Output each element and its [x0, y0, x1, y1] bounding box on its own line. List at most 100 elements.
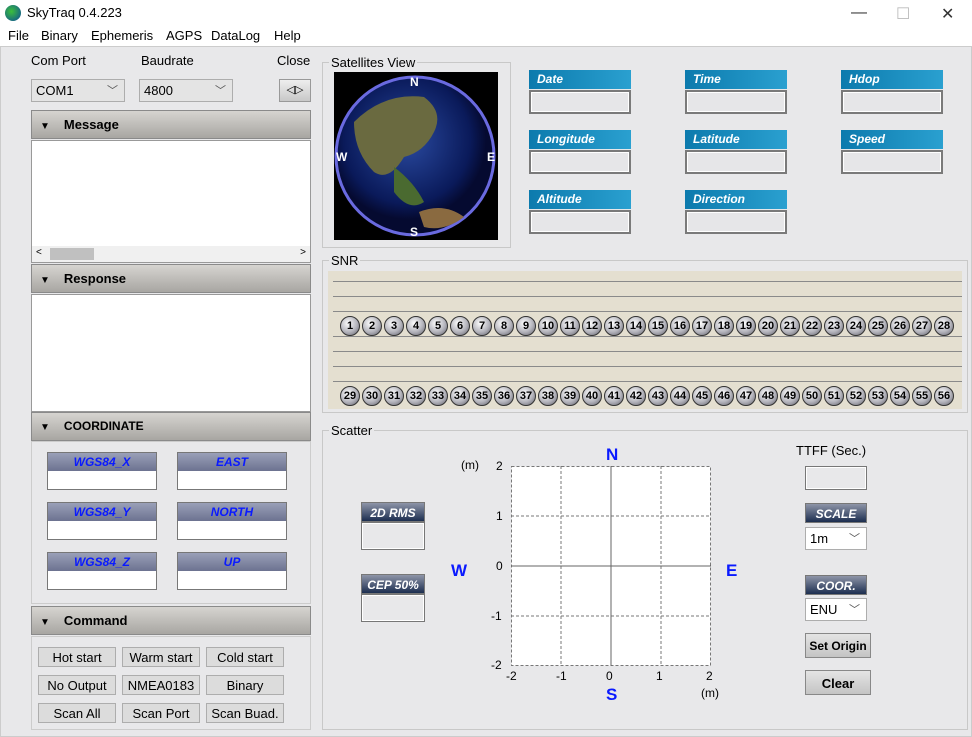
scan-port-button[interactable]: Scan Port — [122, 703, 200, 723]
direction-value — [685, 210, 787, 234]
longitude-field: Longitude — [529, 130, 631, 174]
globe-east: E — [487, 150, 495, 164]
maximize-button[interactable]: ☐ — [896, 4, 910, 24]
satellite-badge: 4 — [406, 316, 426, 336]
scroll-left-icon[interactable]: < — [36, 247, 42, 258]
scale-value: 1m — [810, 531, 829, 546]
satellites-view-title: Satellites View — [329, 55, 418, 70]
coor-label: COOR. — [805, 575, 867, 595]
snr-gridline — [333, 311, 962, 312]
time-value — [685, 90, 787, 114]
scale-select[interactable]: 1m ﹀ — [805, 527, 867, 550]
satellite-badge: 49 — [780, 386, 800, 406]
wgs84-z-label: WGS84_Z — [48, 553, 156, 571]
message-section-header[interactable]: ▼ Message — [31, 110, 311, 139]
horizontal-scrollbar[interactable]: < > — [32, 246, 310, 262]
satellite-badge: 30 — [362, 386, 382, 406]
satellite-badge: 41 — [604, 386, 624, 406]
satellite-badge: 43 — [648, 386, 668, 406]
direction-label: Direction — [685, 190, 787, 209]
baudrate-label: Baudrate — [141, 53, 194, 68]
cep-value — [361, 594, 425, 622]
satellite-badge: 7 — [472, 316, 492, 336]
scrollbar-thumb[interactable] — [50, 248, 94, 260]
close-window-button[interactable]: ✕ — [941, 4, 954, 24]
window-title: SkyTraq 0.4.223 — [27, 5, 122, 20]
satellite-badge: 22 — [802, 316, 822, 336]
nmea0183-button[interactable]: NMEA0183 — [122, 675, 200, 695]
south-label: S — [606, 685, 618, 704]
wgs84-x-label: WGS84_X — [48, 453, 156, 471]
baudrate-select[interactable]: 4800 ﹀ — [139, 79, 233, 102]
wgs84-y-label: WGS84_Y — [48, 503, 156, 521]
menu-file[interactable]: File — [8, 28, 29, 43]
satellite-badge: 8 — [494, 316, 514, 336]
satellite-badge: 31 — [384, 386, 404, 406]
longitude-value — [529, 150, 631, 174]
minimize-button[interactable]: — — [851, 4, 867, 22]
clear-button[interactable]: Clear — [805, 670, 871, 695]
menu-ephemeris[interactable]: Ephemeris — [91, 28, 153, 43]
snr-gridline — [333, 336, 962, 337]
speed-label: Speed — [841, 130, 943, 149]
satellite-badge: 12 — [582, 316, 602, 336]
coor-value: ENU — [810, 602, 838, 617]
hdop-value — [841, 90, 943, 114]
binary-button[interactable]: Binary — [206, 675, 284, 695]
scan-baud-button[interactable]: Scan Buad. — [206, 703, 284, 723]
scan-all-button[interactable]: Scan All — [38, 703, 116, 723]
satellite-badge: 55 — [912, 386, 932, 406]
x-unit: (m) — [701, 686, 719, 700]
latitude-field: Latitude — [685, 130, 787, 174]
satellite-badge: 10 — [538, 316, 558, 336]
time-field: Time — [685, 70, 787, 114]
warm-start-button[interactable]: Warm start — [122, 647, 200, 667]
message-textarea[interactable]: < > — [31, 140, 311, 263]
response-header-label: Response — [63, 271, 127, 286]
hot-start-button[interactable]: Hot start — [38, 647, 116, 667]
coordinate-section-header[interactable]: ▼ COORDINATE — [31, 412, 311, 441]
up-label: UP — [178, 553, 286, 571]
chevron-down-icon: ﹀ — [849, 533, 860, 545]
title-bar: SkyTraq 0.4.223 — ☐ ✕ — [0, 0, 972, 26]
chevron-down-icon: ﹀ — [215, 85, 226, 97]
satellite-badge: 42 — [626, 386, 646, 406]
response-section-header[interactable]: ▼ Response — [31, 264, 311, 293]
satellite-badge: 17 — [692, 316, 712, 336]
y-unit: (m) — [461, 458, 479, 472]
command-section-header[interactable]: ▼ Command — [31, 606, 311, 635]
north-label: NORTH — [178, 503, 286, 521]
satellite-badge: 44 — [670, 386, 690, 406]
set-origin-button[interactable]: Set Origin — [805, 633, 871, 658]
menu-help[interactable]: Help — [274, 28, 301, 43]
satellite-badge: 18 — [714, 316, 734, 336]
scroll-right-icon[interactable]: > — [300, 247, 306, 258]
connect-toggle-button[interactable]: ◁▷ — [279, 79, 311, 102]
snr-gridline — [333, 296, 962, 297]
chevron-down-icon: ﹀ — [107, 85, 118, 97]
satellite-badge: 51 — [824, 386, 844, 406]
satellite-badge: 46 — [714, 386, 734, 406]
speed-value — [841, 150, 943, 174]
satellite-badge: 34 — [450, 386, 470, 406]
cold-start-button[interactable]: Cold start — [206, 647, 284, 667]
collapse-triangle-icon: ▼ — [40, 617, 50, 628]
scale-label: SCALE — [805, 503, 867, 523]
no-output-button[interactable]: No Output — [38, 675, 116, 695]
com-port-select[interactable]: COM1 ﹀ — [31, 79, 125, 102]
com-port-value: COM1 — [36, 83, 74, 98]
collapse-triangle-icon: ▼ — [40, 275, 50, 286]
satellite-badge: 16 — [670, 316, 690, 336]
snr-gridline — [333, 351, 962, 352]
response-textarea[interactable] — [31, 294, 311, 412]
menu-agps[interactable]: AGPS — [166, 28, 202, 43]
menu-binary[interactable]: Binary — [41, 28, 78, 43]
satellite-badge: 28 — [934, 316, 954, 336]
satellite-badge: 40 — [582, 386, 602, 406]
date-field: Date — [529, 70, 631, 114]
satellite-badge: 19 — [736, 316, 756, 336]
coor-select[interactable]: ENU ﹀ — [805, 598, 867, 621]
menu-datalog[interactable]: DataLog — [211, 28, 260, 43]
date-value — [529, 90, 631, 114]
satellite-badge: 6 — [450, 316, 470, 336]
